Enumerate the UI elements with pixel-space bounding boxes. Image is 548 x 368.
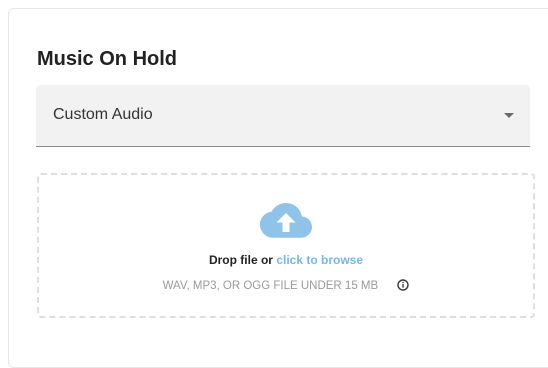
file-hint: WAV, MP3, OR OGG FILE UNDER 15 MB [162, 280, 379, 292]
file-dropzone[interactable]: Drop file or click to browse WAV, MP3, O… [37, 173, 535, 318]
file-requirements: WAV, MP3, OR OGG FILE UNDER 15 MB [39, 279, 533, 293]
select-value: Custom Audio [53, 106, 153, 123]
chevron-down-icon [504, 113, 514, 118]
browse-link[interactable]: click to browse [276, 253, 363, 267]
music-source-select[interactable]: Custom Audio [36, 85, 530, 147]
music-on-hold-card: Music On Hold Custom Audio Drop file or … [8, 8, 548, 368]
drop-instructions: Drop file or click to browse [39, 253, 533, 267]
info-icon[interactable] [397, 279, 410, 291]
drop-text: Drop file or [208, 253, 273, 267]
cloud-upload-icon [260, 203, 312, 238]
section-title: Music On Hold [37, 48, 177, 70]
